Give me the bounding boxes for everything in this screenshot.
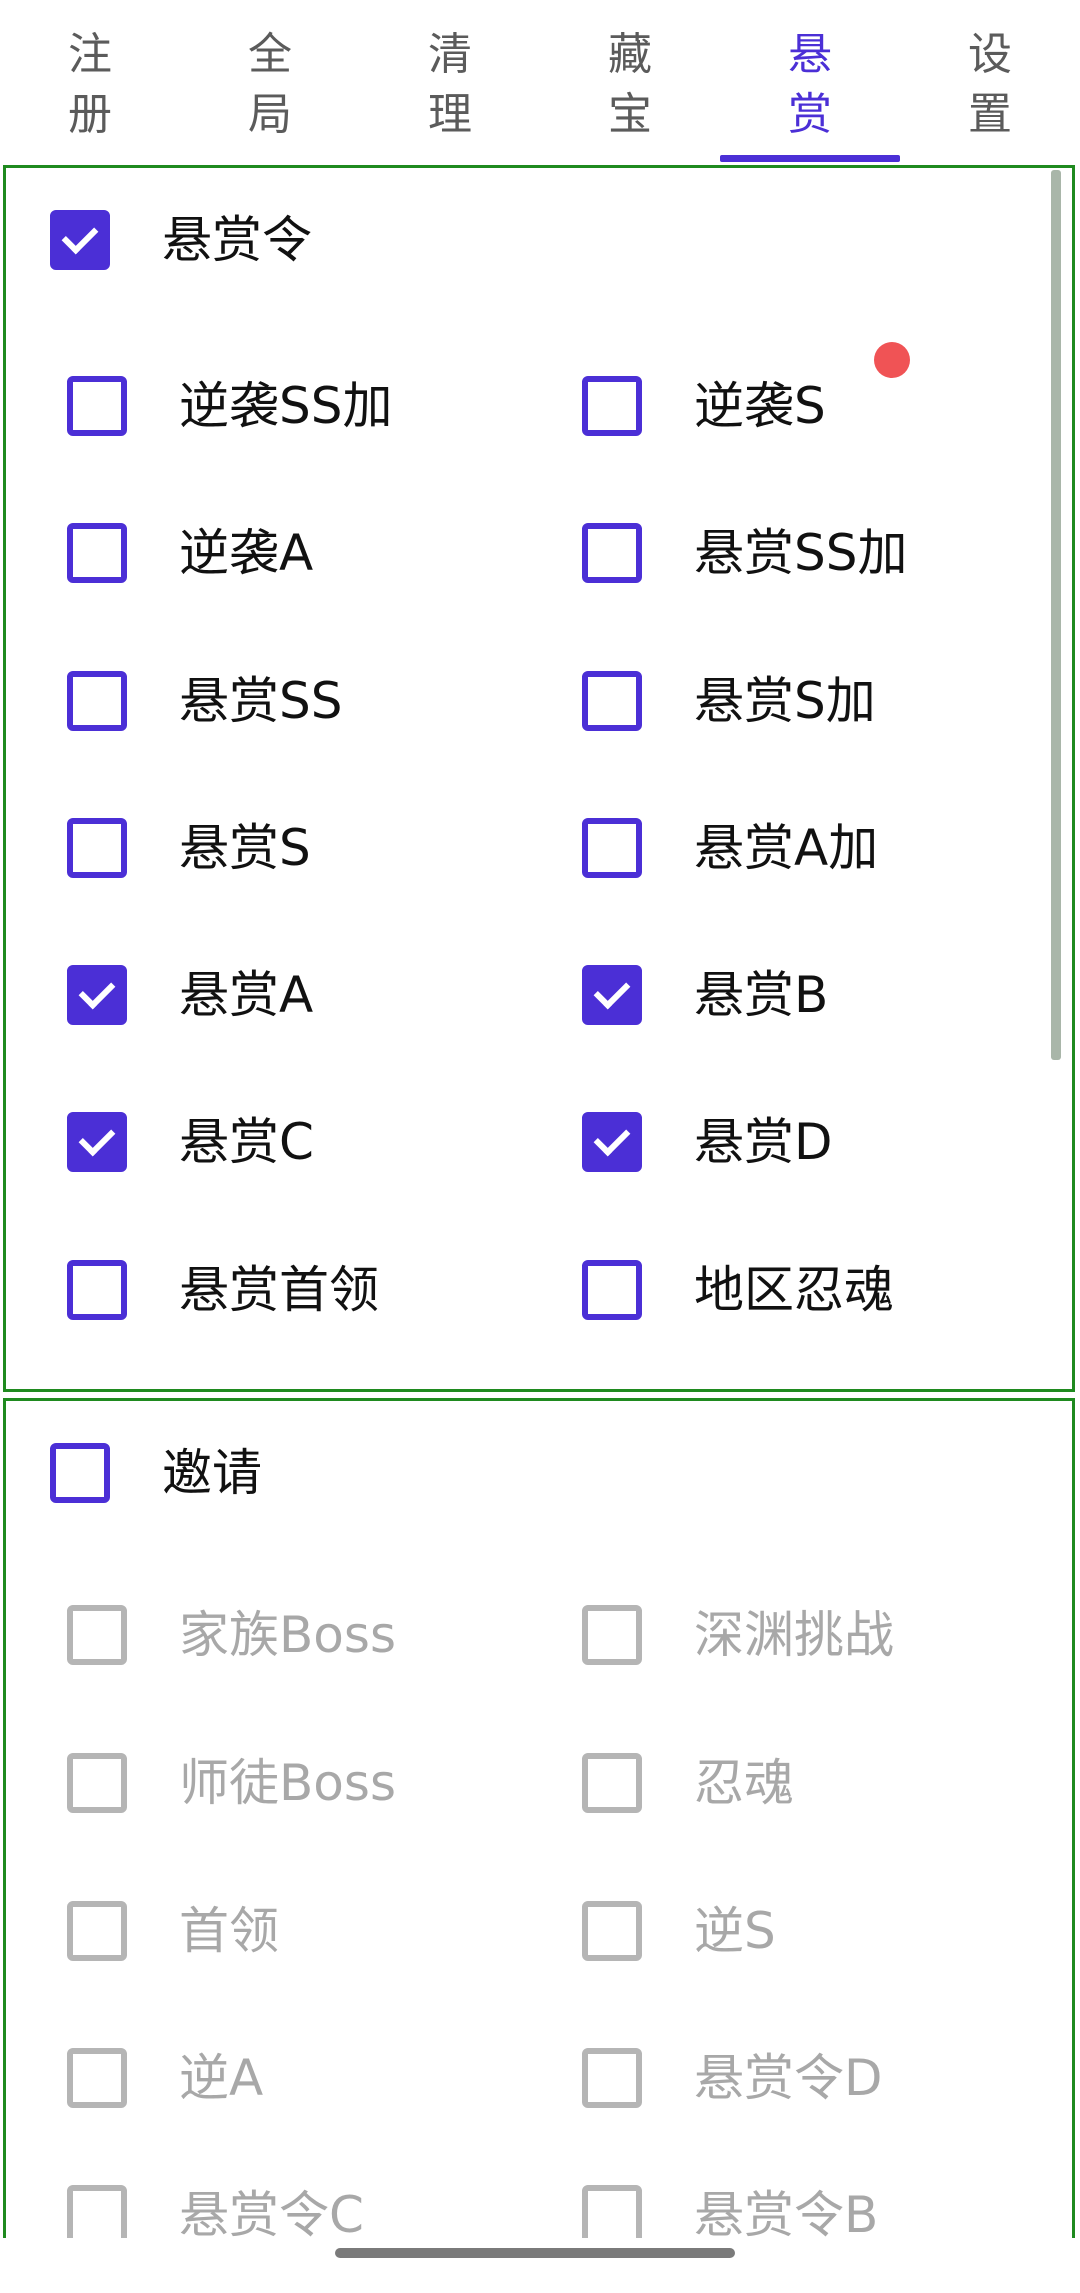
checkbox-item[interactable]	[67, 2048, 127, 2108]
tab-label: 清理	[428, 29, 472, 140]
checkbox-label: 悬赏A加	[694, 819, 879, 877]
invite-header-label: 邀请	[162, 1444, 262, 1502]
checkbox-label: 悬赏首领	[179, 1261, 379, 1319]
checkbox-label: 悬赏令D	[694, 2049, 883, 2107]
tab-bar: 注册 全局 清理 藏宝 悬赏 设置	[0, 0, 1080, 165]
checkbox-label: 悬赏令B	[694, 2186, 879, 2238]
checkbox-label: 逆A	[179, 2049, 264, 2107]
checkbox-label: 悬赏D	[694, 1113, 833, 1171]
tab-label: 藏宝	[608, 29, 652, 140]
checkbox-item[interactable]	[67, 965, 127, 1025]
checkbox-label: 师徒Boss	[179, 1754, 396, 1812]
checkbox-item[interactable]	[67, 1112, 127, 1172]
bounty-header-label: 悬赏令	[162, 211, 312, 269]
tab-settings[interactable]: 设置	[900, 0, 1080, 165]
invite-panel: 邀请 家族Boss 深渊挑战 师徒Boss 忍魂 首领 逆S 逆A 悬赏令D 悬…	[3, 1398, 1075, 2238]
bottom-area	[0, 2238, 1080, 2293]
checkbox-label: 悬赏S加	[694, 672, 876, 730]
checkbox-label: 地区忍魂	[694, 1261, 894, 1319]
tab-label: 注册	[68, 29, 112, 140]
tab-label: 全局	[248, 29, 292, 140]
checkbox-label: 悬赏SS	[179, 672, 343, 730]
tab-bounty[interactable]: 悬赏	[720, 0, 900, 165]
checkbox-item[interactable]	[67, 376, 127, 436]
tab-active-indicator	[720, 155, 900, 162]
vertical-scrollbar[interactable]	[1051, 170, 1061, 1060]
checkbox-label: 悬赏令C	[179, 2186, 364, 2238]
invite-header-checkbox[interactable]	[50, 1443, 110, 1503]
checkbox-item[interactable]	[582, 671, 642, 731]
tab-label: 设置	[968, 29, 1012, 140]
checkbox-item[interactable]	[582, 1112, 642, 1172]
checkbox-item[interactable]	[582, 376, 642, 436]
checkbox-item[interactable]	[67, 523, 127, 583]
tab-global[interactable]: 全局	[180, 0, 360, 165]
checkbox-item[interactable]	[582, 1260, 642, 1320]
bounty-panel: 悬赏令 逆袭SS加 逆袭S 逆袭A 悬赏SS加 悬赏SS 悬赏S加 悬赏S 悬赏…	[3, 165, 1075, 1392]
tab-cleanup[interactable]: 清理	[360, 0, 540, 165]
checkbox-item[interactable]	[582, 818, 642, 878]
checkbox-item[interactable]	[582, 1901, 642, 1961]
tab-label: 悬赏	[788, 29, 832, 140]
checkbox-label: 逆S	[694, 1902, 776, 1960]
checkbox-item[interactable]	[67, 2185, 127, 2238]
checkbox-item[interactable]	[582, 965, 642, 1025]
tab-register[interactable]: 注册	[0, 0, 180, 165]
checkbox-label: 悬赏C	[179, 1113, 314, 1171]
checkbox-item[interactable]	[67, 1260, 127, 1320]
checkbox-label: 逆袭A	[179, 524, 314, 582]
checkbox-label: 逆袭S	[694, 377, 826, 435]
checkbox-item[interactable]	[582, 1753, 642, 1813]
checkbox-label: 家族Boss	[179, 1606, 396, 1664]
checkbox-item[interactable]	[582, 2185, 642, 2238]
checkbox-item[interactable]	[67, 1753, 127, 1813]
checkbox-item[interactable]	[582, 523, 642, 583]
checkbox-label: 悬赏S	[179, 819, 311, 877]
checkbox-item[interactable]	[582, 2048, 642, 2108]
checkbox-label: 首领	[179, 1902, 279, 1960]
checkbox-item[interactable]	[67, 1901, 127, 1961]
checkbox-item[interactable]	[67, 818, 127, 878]
checkbox-label: 深渊挑战	[694, 1606, 894, 1664]
checkbox-label: 悬赏SS加	[694, 524, 908, 582]
gesture-nav-handle[interactable]	[335, 2248, 735, 2258]
checkbox-item[interactable]	[582, 1605, 642, 1665]
checkbox-item[interactable]	[67, 1605, 127, 1665]
checkbox-label: 悬赏A	[179, 966, 314, 1024]
checkbox-label: 逆袭SS加	[179, 377, 393, 435]
checkbox-item[interactable]	[67, 671, 127, 731]
tab-treasure[interactable]: 藏宝	[540, 0, 720, 165]
checkbox-label: 悬赏B	[694, 966, 829, 1024]
bounty-header-checkbox[interactable]	[50, 210, 110, 270]
notification-dot	[874, 342, 910, 378]
checkbox-label: 忍魂	[694, 1754, 794, 1812]
